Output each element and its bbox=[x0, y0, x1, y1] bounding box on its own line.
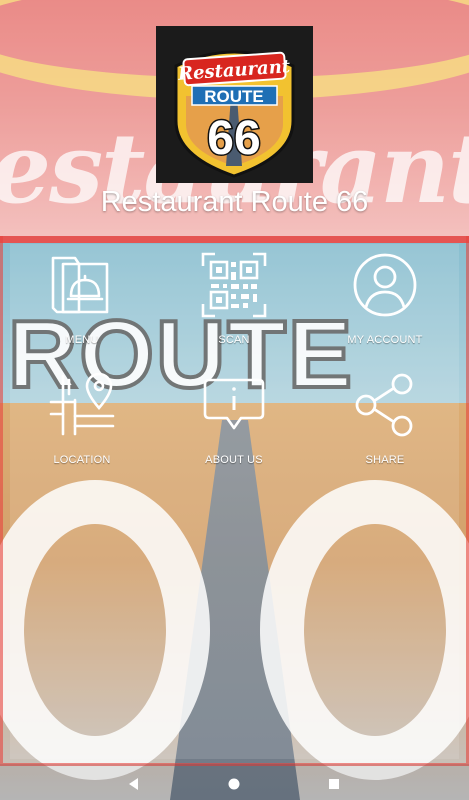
location-label: LOCATION bbox=[53, 454, 111, 466]
share-icon bbox=[355, 373, 413, 437]
home-icon[interactable] bbox=[224, 774, 244, 794]
scan-label: SCAN bbox=[218, 334, 250, 346]
system-navigation-bar bbox=[0, 764, 469, 800]
my-account-label: MY ACCOUNT bbox=[347, 334, 423, 346]
menu-label: MENU bbox=[65, 334, 99, 346]
user-account-icon bbox=[353, 253, 417, 317]
qr-code-icon bbox=[201, 252, 267, 318]
logo-text-66: 66 bbox=[207, 112, 260, 165]
app-title: Restaurant Route 66 bbox=[100, 186, 369, 218]
share-label: SHARE bbox=[365, 454, 405, 466]
about-us-button[interactable]: ABOUT US bbox=[159, 372, 309, 482]
scan-button[interactable]: SCAN bbox=[159, 252, 309, 362]
map-pin-icon bbox=[49, 372, 115, 436]
share-button[interactable]: SHARE bbox=[310, 372, 460, 482]
about-us-label: ABOUT US bbox=[205, 454, 263, 466]
info-chat-icon bbox=[203, 378, 265, 430]
restaurant-logo: Restaurant ROUTE 66 bbox=[156, 26, 313, 183]
my-account-button[interactable]: MY ACCOUNT bbox=[310, 252, 460, 362]
menu-button[interactable]: MENU bbox=[7, 252, 157, 362]
logo-text-route: ROUTE bbox=[204, 87, 264, 106]
menu-cloche-icon bbox=[51, 256, 109, 314]
recent-apps-icon[interactable] bbox=[324, 774, 344, 794]
location-button[interactable]: LOCATION bbox=[7, 372, 157, 482]
back-icon[interactable] bbox=[124, 774, 144, 794]
